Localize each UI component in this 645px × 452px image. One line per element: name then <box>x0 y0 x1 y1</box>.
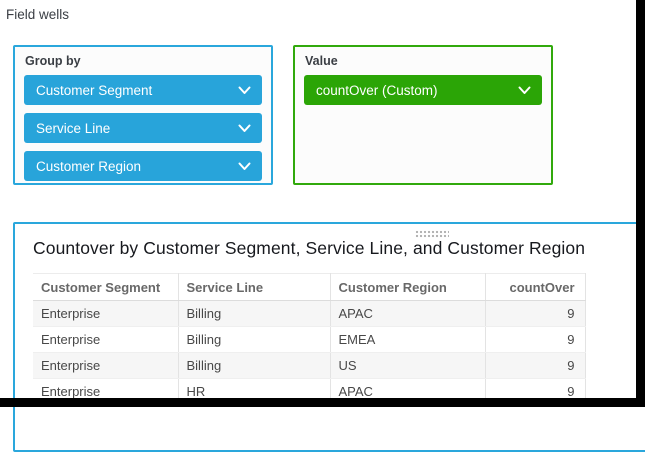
cell-customer-segment: Enterprise <box>33 301 178 327</box>
table-visual-card[interactable]: Countover by Customer Segment, Service L… <box>13 222 645 452</box>
chevron-down-icon[interactable] <box>238 86 251 95</box>
field-pill-label: Service Line <box>36 121 110 136</box>
field-pill-label: Customer Segment <box>36 83 152 98</box>
table-row: Enterprise Billing EMEA 9 <box>33 327 585 353</box>
cell-customer-segment: Enterprise <box>33 327 178 353</box>
chevron-down-icon[interactable] <box>238 124 251 133</box>
table-row: Enterprise Billing US 9 <box>33 353 585 379</box>
chevron-down-icon[interactable] <box>238 162 251 171</box>
field-pill-service-line[interactable]: Service Line <box>24 113 262 143</box>
screen-edge-right <box>636 0 645 407</box>
field-pill-countover[interactable]: countOver (Custom) <box>304 75 542 105</box>
field-pill-label: countOver (Custom) <box>316 83 438 98</box>
field-wells-panel: Field wells Group by Customer Segment Se… <box>0 0 645 407</box>
column-header-countover[interactable]: countOver <box>485 274 585 301</box>
visual-title: Countover by Customer Segment, Service L… <box>33 238 585 259</box>
field-pill-customer-region[interactable]: Customer Region <box>24 151 262 181</box>
value-label: Value <box>305 54 542 68</box>
table-row: Enterprise Billing APAC 9 <box>33 301 585 327</box>
cell-service-line: Billing <box>178 353 330 379</box>
field-pill-customer-segment[interactable]: Customer Segment <box>24 75 262 105</box>
cell-customer-region: APAC <box>330 301 485 327</box>
field-pill-label: Customer Region <box>36 159 141 174</box>
cell-customer-region: EMEA <box>330 327 485 353</box>
cell-customer-segment: Enterprise <box>33 353 178 379</box>
cell-service-line: Billing <box>178 327 330 353</box>
pivot-table: Customer Segment Service Line Customer R… <box>33 273 586 405</box>
cell-countover: 9 <box>485 327 585 353</box>
cell-countover: 9 <box>485 353 585 379</box>
table-header-row: Customer Segment Service Line Customer R… <box>33 274 585 301</box>
panel-title: Field wells <box>6 7 69 22</box>
column-header-customer-region[interactable]: Customer Region <box>330 274 485 301</box>
value-well[interactable]: Value countOver (Custom) <box>293 45 553 185</box>
column-header-customer-segment[interactable]: Customer Segment <box>33 274 178 301</box>
cell-service-line: Billing <box>178 301 330 327</box>
chevron-down-icon[interactable] <box>518 86 531 95</box>
screen-edge-bottom <box>0 398 645 407</box>
group-by-label: Group by <box>25 54 262 68</box>
group-by-well[interactable]: Group by Customer Segment Service Line C… <box>13 45 273 185</box>
column-header-service-line[interactable]: Service Line <box>178 274 330 301</box>
drag-handle-icon[interactable] <box>415 230 449 238</box>
cell-customer-region: US <box>330 353 485 379</box>
cell-countover: 9 <box>485 301 585 327</box>
